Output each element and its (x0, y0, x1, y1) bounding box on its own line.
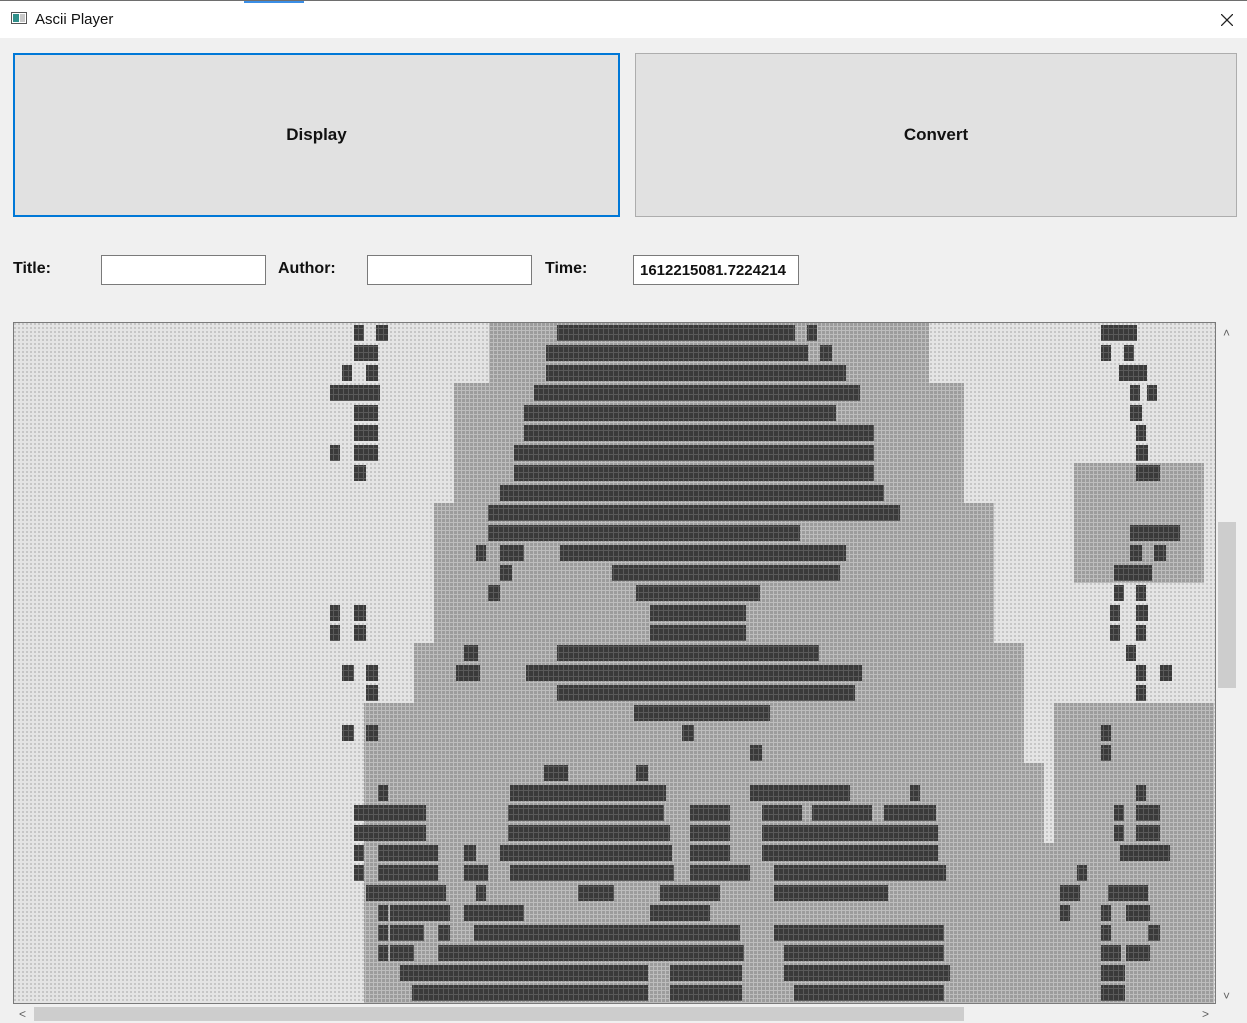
vertical-scroll-thumb[interactable] (1218, 522, 1236, 688)
ascii-output-view[interactable] (13, 322, 1216, 1004)
title-label: Title: (13, 260, 51, 277)
chevron-right-icon[interactable]: ˃ (1202, 1008, 1209, 1020)
author-input[interactable] (367, 255, 532, 285)
time-input[interactable] (633, 255, 799, 285)
chevron-down-icon[interactable]: ˅ (1223, 990, 1230, 1002)
time-label: Time: (545, 260, 588, 277)
title-bar: Ascii Player (0, 0, 1247, 38)
window-title: Ascii Player (35, 11, 114, 28)
display-button[interactable]: Display (13, 53, 620, 217)
convert-button[interactable]: Convert (635, 53, 1237, 217)
author-label: Author: (278, 260, 336, 277)
chevron-left-icon[interactable]: ˂ (19, 1008, 26, 1020)
title-bar-accent (244, 1, 304, 3)
close-button[interactable] (1207, 1, 1247, 39)
app-icon (11, 12, 27, 24)
horizontal-scroll-thumb[interactable] (34, 1007, 964, 1021)
close-icon (1221, 14, 1233, 26)
ascii-frame (14, 323, 1215, 1003)
title-input[interactable] (101, 255, 266, 285)
chevron-up-icon[interactable]: ˄ (1223, 327, 1230, 339)
